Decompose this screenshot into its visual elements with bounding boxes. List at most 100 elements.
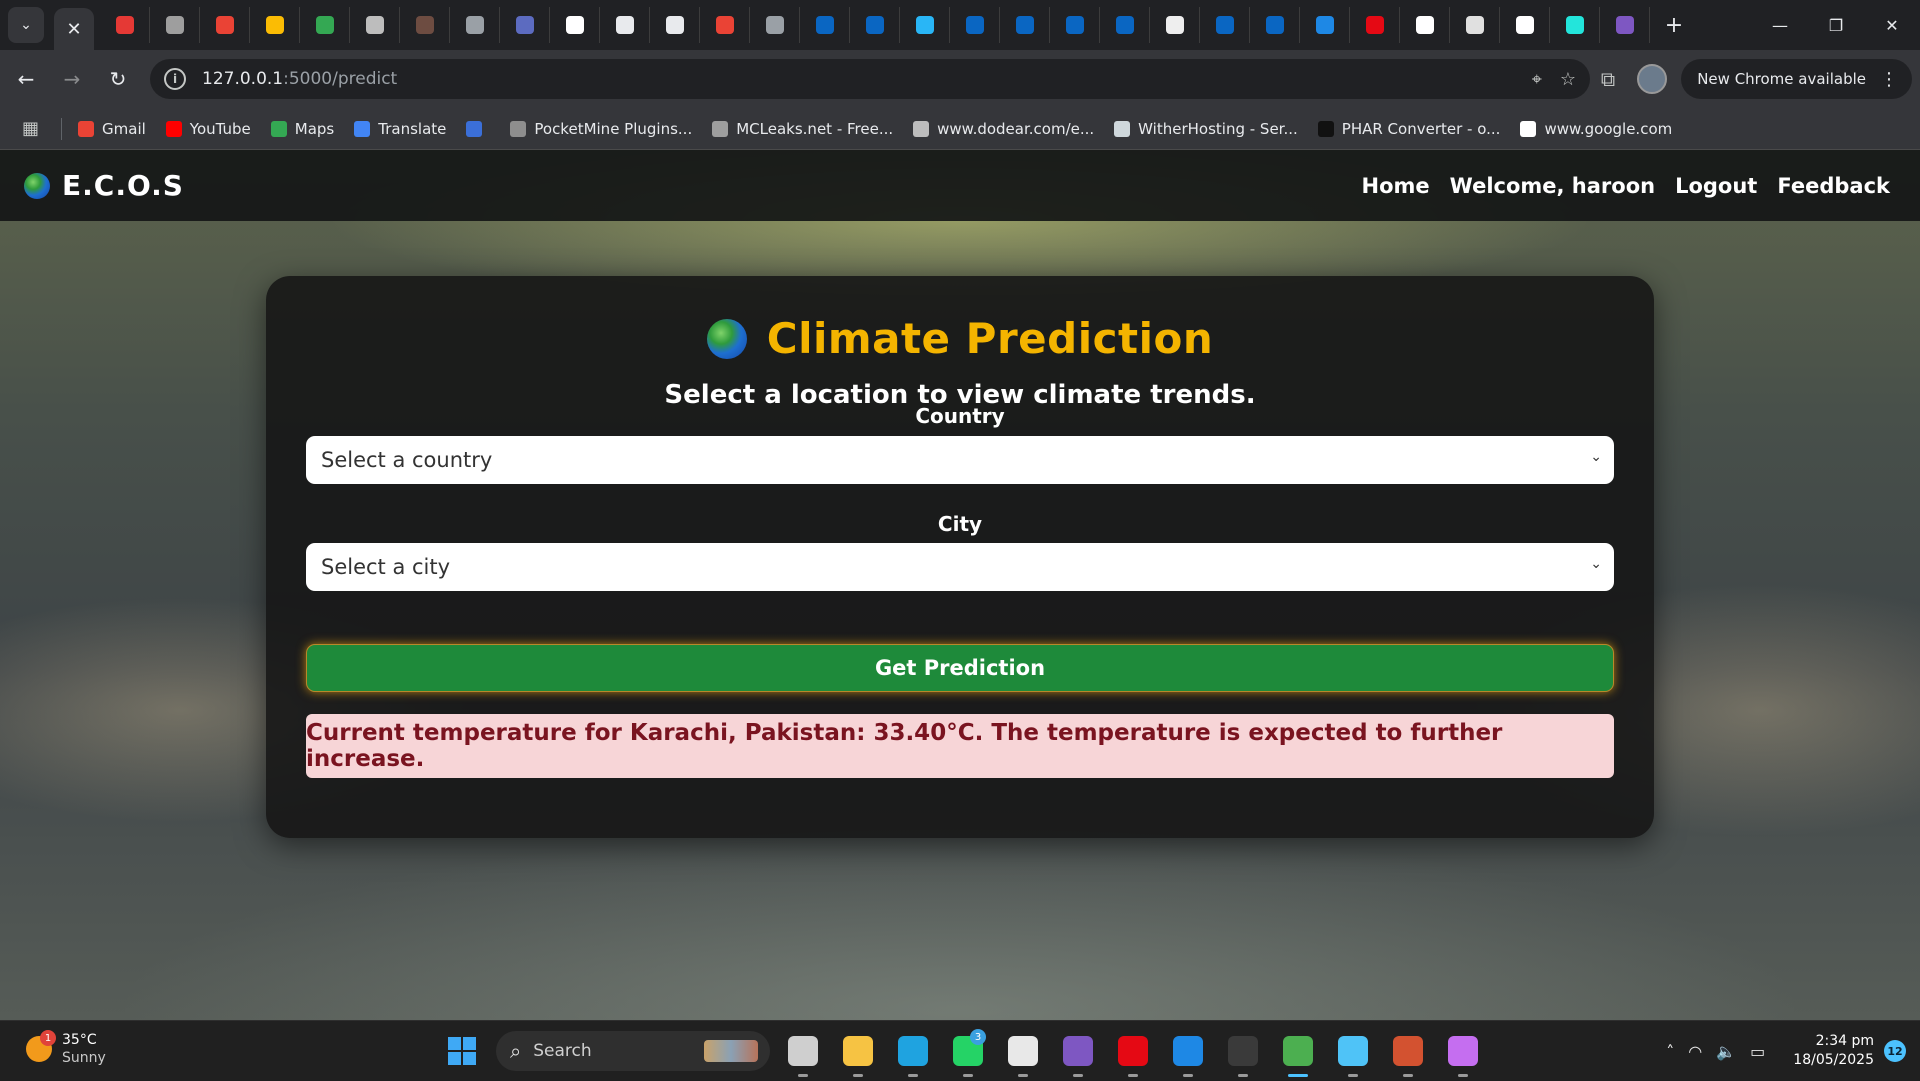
pinned-tab[interactable] xyxy=(100,7,150,43)
chevron-up-icon[interactable]: ˄ xyxy=(1666,1042,1674,1061)
pinned-tab[interactable] xyxy=(1000,7,1050,43)
city-select[interactable]: Select a city ⌄ xyxy=(306,543,1614,591)
taskbar-app[interactable] xyxy=(891,1029,935,1077)
reload-button[interactable]: ↻ xyxy=(98,59,138,99)
pinned-tab[interactable] xyxy=(400,7,450,43)
tab-icon-openai-icon xyxy=(665,16,684,34)
pinned-tab[interactable] xyxy=(150,7,200,43)
profile-avatar[interactable] xyxy=(1637,64,1668,94)
active-tab[interactable]: ✕ xyxy=(54,8,94,50)
bookmark-star-icon[interactable]: ☆ xyxy=(1560,69,1576,90)
bookmark-label: www.google.com xyxy=(1544,119,1673,138)
bookmark-item[interactable]: PocketMine Plugins... xyxy=(510,120,692,138)
pinned-tab[interactable] xyxy=(1100,7,1150,43)
prediction-result: Current temperature for Karachi, Pakista… xyxy=(306,714,1614,778)
taskbar-search[interactable]: ⌕ Search xyxy=(496,1031,770,1071)
pinned-tab[interactable] xyxy=(1250,7,1300,43)
restore-icon[interactable]: ❐ xyxy=(1808,0,1864,50)
pinned-tab[interactable] xyxy=(1050,7,1100,43)
taskbar-app[interactable] xyxy=(1441,1029,1485,1077)
brand-logo[interactable]: E.C.O.S xyxy=(24,169,184,202)
taskbar-app[interactable] xyxy=(1276,1029,1320,1077)
close-window-icon[interactable]: ✕ xyxy=(1864,0,1920,50)
pinned-tab[interactable] xyxy=(1350,7,1400,43)
pinned-tab[interactable] xyxy=(500,7,550,43)
pinned-tab[interactable] xyxy=(1150,7,1200,43)
more-menu-icon[interactable]: ⋮ xyxy=(1880,69,1898,90)
pinned-tab[interactable] xyxy=(850,7,900,43)
apps-grid-icon[interactable]: ▦ xyxy=(22,118,39,139)
pinned-tab[interactable] xyxy=(350,7,400,43)
pinned-tab[interactable] xyxy=(1600,7,1650,43)
pinned-tab[interactable] xyxy=(450,7,500,43)
pinned-tab[interactable] xyxy=(700,7,750,43)
bookmark-item[interactable]: YouTube xyxy=(165,120,251,138)
battery-icon[interactable]: ▭ xyxy=(1750,1042,1765,1061)
taskbar-app[interactable] xyxy=(1166,1029,1210,1077)
pinned-tab[interactable] xyxy=(1400,7,1450,43)
pinned-tab[interactable] xyxy=(1300,7,1350,43)
nav-welcome-link[interactable]: Welcome, haroon xyxy=(1450,174,1655,198)
chrome-update-button[interactable]: New Chrome available ⋮ xyxy=(1681,59,1912,99)
url-text[interactable]: 127.0.0.1:5000/predict xyxy=(202,69,397,89)
nav-feedback-link[interactable]: Feedback xyxy=(1777,174,1890,198)
bookmark-item[interactable]: PHAR Converter - o... xyxy=(1317,120,1500,138)
site-info-icon[interactable]: i xyxy=(164,68,186,90)
weather-condition: Sunny xyxy=(62,1050,106,1066)
taskbar-app[interactable] xyxy=(836,1029,880,1077)
pinned-tab[interactable] xyxy=(1550,7,1600,43)
pinned-tab[interactable] xyxy=(300,7,350,43)
taskbar-app[interactable] xyxy=(781,1029,825,1077)
location-pin-icon[interactable]: ⌖ xyxy=(1532,69,1542,90)
clock[interactable]: 2:34 pm 18/05/2025 xyxy=(1793,1032,1874,1070)
pinned-tab[interactable] xyxy=(1450,7,1500,43)
taskbar-app[interactable]: 3 xyxy=(946,1029,990,1077)
bookmark-item[interactable]: www.dodear.com/e... xyxy=(913,120,1094,138)
taskbar-app[interactable] xyxy=(1056,1029,1100,1077)
pinned-tab[interactable] xyxy=(950,7,1000,43)
taskbar-app[interactable] xyxy=(1331,1029,1375,1077)
taskbar-app[interactable] xyxy=(1386,1029,1430,1077)
bookmark-item[interactable]: Maps xyxy=(270,120,334,138)
tab-search-button[interactable]: ⌄ xyxy=(8,7,44,43)
bookmark-item[interactable]: WitherHosting - Ser... xyxy=(1114,120,1298,138)
nav-home-link[interactable]: Home xyxy=(1362,174,1430,198)
bookmark-item[interactable]: Translate xyxy=(354,120,446,138)
new-tab-button[interactable]: + xyxy=(1656,7,1692,43)
taskbar-app[interactable] xyxy=(1001,1029,1045,1077)
back-button[interactable]: ← xyxy=(6,59,46,99)
pinned-tab[interactable] xyxy=(1500,7,1550,43)
pinned-tab[interactable] xyxy=(550,7,600,43)
taskbar-app[interactable] xyxy=(1221,1029,1265,1077)
app-badge-count: 3 xyxy=(970,1029,986,1045)
bookmark-item[interactable]: MCLeaks.net - Free... xyxy=(712,120,893,138)
notification-count[interactable]: 12 xyxy=(1884,1040,1906,1062)
weather-widget[interactable]: 1 35°C Sunny xyxy=(26,1030,106,1067)
pinned-tab[interactable] xyxy=(900,7,950,43)
pinned-tab[interactable] xyxy=(800,7,850,43)
extensions-icon[interactable]: ⧉ xyxy=(1601,67,1615,91)
pinned-tab[interactable] xyxy=(650,7,700,43)
forward-button[interactable]: → xyxy=(52,59,92,99)
country-select[interactable]: Select a country ⌄ xyxy=(306,436,1614,484)
browser-toolbar: ← → ↻ i 127.0.0.1:5000/predict ⌖ ☆ ⧉ New… xyxy=(0,50,1920,108)
pinned-tab[interactable] xyxy=(600,7,650,43)
pinned-tab[interactable] xyxy=(1200,7,1250,43)
bookmark-item[interactable] xyxy=(466,120,490,137)
pinned-tab[interactable] xyxy=(250,7,300,43)
close-tab-icon[interactable]: ✕ xyxy=(66,19,81,40)
pinned-tab[interactable] xyxy=(750,7,800,43)
bookmark-item[interactable]: www.google.com xyxy=(1520,120,1672,138)
minimize-icon[interactable]: — xyxy=(1752,0,1808,50)
get-prediction-button[interactable]: Get Prediction xyxy=(306,644,1614,692)
pinned-tab[interactable] xyxy=(200,7,250,43)
speaker-muted-icon[interactable]: 🔈 xyxy=(1716,1042,1736,1061)
address-bar[interactable]: i 127.0.0.1:5000/predict ⌖ ☆ xyxy=(150,59,1590,99)
tab-icon-spiral-icon xyxy=(915,16,934,34)
wifi-icon[interactable]: ◠ xyxy=(1688,1042,1702,1061)
nav-logout-link[interactable]: Logout xyxy=(1675,174,1757,198)
bookmark-item[interactable]: Gmail xyxy=(78,120,146,138)
start-button[interactable] xyxy=(440,1029,484,1073)
taskbar-app[interactable] xyxy=(1111,1029,1155,1077)
powerpoint-icon xyxy=(1393,1036,1423,1066)
